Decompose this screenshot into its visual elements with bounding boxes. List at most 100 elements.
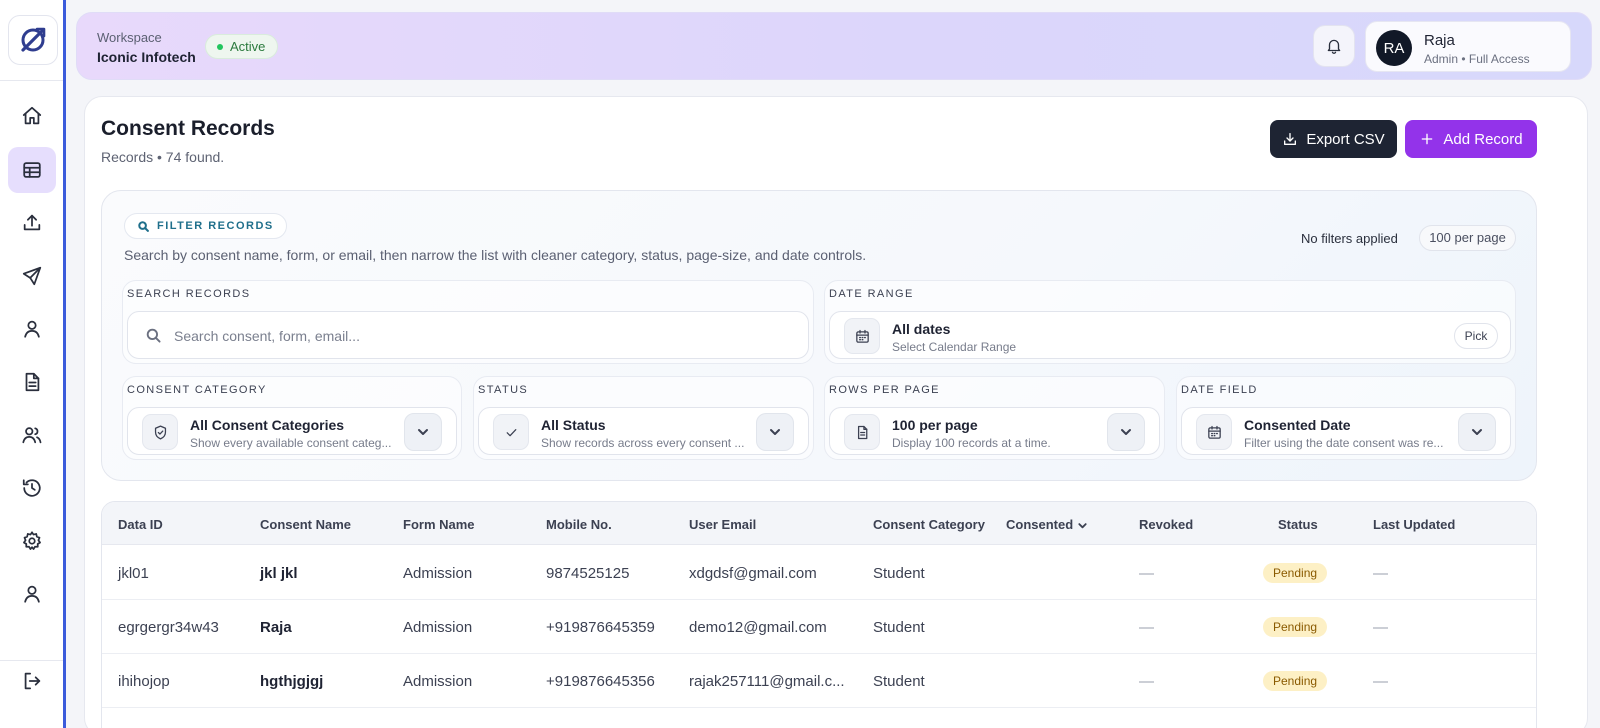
sidebar-item-users[interactable]	[8, 412, 56, 458]
sidebar-item-home[interactable]	[8, 93, 56, 139]
top-header: Workspace Iconic Infotech Active RA Raja…	[76, 12, 1592, 80]
status-hint: Show records across every consent ...	[541, 436, 745, 450]
date-field-value: Consented Date	[1244, 417, 1351, 433]
cell-last-updated: —	[1373, 673, 1388, 690]
sidebar-item-logout[interactable]	[8, 658, 56, 704]
notifications-button[interactable]	[1313, 25, 1355, 67]
filter-summary: No filters applied	[1301, 231, 1398, 246]
table-row[interactable]: jkl01 jkl jkl Admission 9874525125 xdgds…	[102, 546, 1536, 600]
sidebar-item-document[interactable]	[8, 359, 56, 405]
avatar: RA	[1376, 30, 1412, 66]
search-icon	[146, 328, 161, 343]
consent-category-dropdown-button[interactable]	[404, 413, 442, 451]
cell-consent-name: hgthjgjgj	[260, 673, 324, 690]
cell-user-email: xdgdsf@gmail.com	[689, 565, 817, 582]
column-header-revoked[interactable]: Revoked	[1139, 517, 1193, 532]
date-field-select[interactable]: Consented Date Filter using the date con…	[1181, 407, 1511, 455]
column-header-mobile[interactable]: Mobile No.	[546, 517, 612, 532]
date-range-picker[interactable]: All dates Select Calendar Range Pick	[829, 311, 1511, 359]
upload-icon	[23, 214, 41, 231]
date-field-dropdown-button[interactable]	[1458, 413, 1496, 451]
cell-consent-name: jkl jkl	[260, 565, 298, 582]
add-record-button[interactable]: Add Record	[1405, 120, 1537, 158]
user-menu[interactable]: RA Raja Admin • Full Access	[1365, 21, 1571, 72]
calendar-icon	[1207, 425, 1221, 439]
home-icon	[22, 106, 42, 125]
sidebar-item-upload[interactable]	[8, 200, 56, 246]
rows-per-page-hint: Display 100 records at a time.	[892, 436, 1051, 450]
history-icon	[22, 479, 41, 497]
filter-panel: FILTER RECORDS Search by consent name, f…	[101, 190, 1537, 481]
records-table: Data ID Consent Name Form Name Mobile No…	[101, 501, 1537, 728]
sidebar-item-history[interactable]	[8, 465, 56, 511]
chevron-down-icon	[1121, 429, 1131, 435]
cell-consent-category: Student	[873, 565, 925, 582]
chevron-down-icon	[418, 429, 428, 435]
calendar-icon	[855, 329, 869, 343]
status-badge: Active	[205, 34, 279, 59]
user-name: Raja	[1424, 32, 1455, 49]
app-logo[interactable]	[8, 15, 58, 65]
search-input[interactable]	[174, 324, 774, 348]
cell-user-email: rajak257111@gmail.c...	[689, 673, 845, 690]
cell-form-name: Admission	[403, 565, 473, 582]
sidebar-item-user[interactable]	[8, 306, 56, 352]
user-icon	[24, 585, 40, 603]
column-header-consented[interactable]: Consented	[1006, 517, 1088, 532]
workspace-name: Iconic Infotech	[97, 49, 196, 65]
export-csv-label: Export CSV	[1306, 130, 1385, 148]
users-icon	[22, 427, 42, 444]
export-csv-button[interactable]: Export CSV	[1270, 120, 1397, 158]
status-select[interactable]: All Status Show records across every con…	[478, 407, 809, 455]
check-icon	[506, 428, 516, 436]
sidebar-item-send[interactable]	[8, 253, 56, 299]
sidebar-item-settings[interactable]	[8, 518, 56, 564]
column-header-status[interactable]: Status	[1278, 517, 1318, 532]
pick-date-button[interactable]: Pick	[1454, 323, 1498, 349]
column-header-user-email[interactable]: User Email	[689, 517, 756, 532]
cell-last-updated: —	[1373, 565, 1388, 582]
column-header-form-name[interactable]: Form Name	[403, 517, 475, 532]
sidebar	[0, 0, 66, 728]
column-header-last-updated[interactable]: Last Updated	[1373, 517, 1455, 532]
column-header-consent-name[interactable]: Consent Name	[260, 517, 351, 532]
consented-header-label: Consented	[1006, 517, 1074, 532]
calendar-icon-box	[1196, 414, 1232, 450]
status-badge: Pending	[1263, 563, 1328, 583]
page-title: Consent Records	[101, 117, 275, 140]
cell-form-name: Admission	[403, 673, 473, 690]
consent-category-label: CONSENT CATEGORY	[127, 384, 267, 396]
cell-mobile: +919876645359	[546, 619, 655, 636]
status-value: All Status	[541, 417, 606, 433]
sidebar-divider	[0, 80, 63, 81]
cell-consent-category: Student	[873, 619, 925, 636]
user-role: Admin • Full Access	[1424, 52, 1530, 66]
plus-icon	[1422, 133, 1433, 145]
cell-mobile: 9874525125	[546, 565, 630, 582]
cell-revoked: —	[1139, 673, 1154, 690]
column-header-data-id[interactable]: Data ID	[118, 517, 163, 532]
date-range-hint: Select Calendar Range	[892, 340, 1017, 354]
shield-icon-box	[142, 414, 178, 450]
rows-per-page-select[interactable]: 100 per page Display 100 records at a ti…	[829, 407, 1160, 455]
consent-category-group: CONSENT CATEGORY All Consent Categories …	[122, 376, 462, 460]
rows-per-page-label: ROWS PER PAGE	[829, 384, 940, 396]
consent-category-value: All Consent Categories	[190, 417, 345, 433]
cell-revoked: —	[1139, 619, 1154, 636]
table-row[interactable]: egrgergr34w43 Raja Admission +9198766453…	[102, 600, 1536, 654]
table-icon	[23, 162, 41, 178]
status-group: STATUS All Status Show records across ev…	[473, 376, 814, 460]
sidebar-item-profile[interactable]	[8, 571, 56, 617]
rows-per-page-dropdown-button[interactable]	[1107, 413, 1145, 451]
date-field-group: DATE FIELD Consented Date Filter using t…	[1176, 376, 1516, 460]
column-header-consent-category[interactable]: Consent Category	[873, 517, 985, 532]
date-range-group: DATE RANGE All dates Select Calendar Ran…	[824, 280, 1516, 364]
cell-form-name: Admission	[403, 619, 473, 636]
sidebar-item-records[interactable]	[8, 147, 56, 193]
status-dropdown-button[interactable]	[756, 413, 794, 451]
table-row[interactable]: ihihojop hgthjgjgj Admission +9198766453…	[102, 654, 1536, 708]
chevron-down-icon	[1078, 523, 1087, 529]
date-range-value: All dates	[892, 321, 951, 337]
logout-icon	[24, 672, 41, 690]
consent-category-select[interactable]: All Consent Categories Show every availa…	[127, 407, 457, 455]
